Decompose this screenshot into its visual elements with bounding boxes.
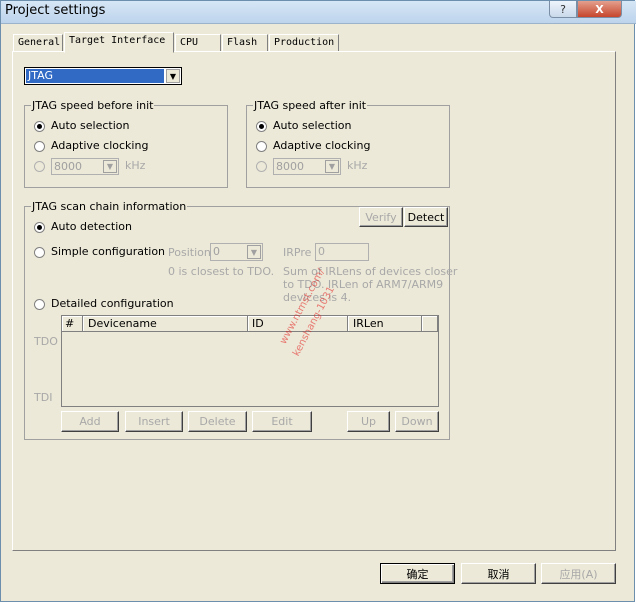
close-icon: X	[595, 2, 604, 16]
position-select[interactable]: 0 ▼	[210, 243, 263, 261]
delete-button[interactable]: Delete	[188, 411, 247, 432]
down-button[interactable]: Down	[395, 411, 439, 432]
speed-before-select[interactable]: 8000 ▼	[51, 158, 119, 175]
interface-select-value: JTAG	[26, 69, 164, 83]
speed-before-adaptive-label: Adaptive clocking	[51, 139, 149, 152]
speed-before-custom-radio[interactable]	[34, 161, 45, 172]
tab-label: Target Interface	[69, 35, 166, 46]
title-bar[interactable]: Project settings ? X	[1, 1, 636, 24]
position-hint: 0 is closest to TDO.	[168, 265, 275, 278]
apply-button[interactable]: 应用(A)	[541, 563, 616, 584]
tab-label: Production	[274, 37, 335, 48]
speed-after-auto-radio[interactable]	[256, 121, 267, 132]
irpre-input[interactable]: 0	[315, 243, 369, 261]
tab-cpu[interactable]: CPU	[175, 34, 221, 51]
column-label: #	[65, 317, 75, 330]
cancel-button[interactable]: 取消	[461, 563, 536, 584]
detailed-configuration-radio[interactable]	[34, 299, 45, 310]
tab-production[interactable]: Production	[269, 34, 339, 51]
ok-button[interactable]: 确定	[380, 563, 455, 584]
button-label: Detect	[407, 210, 445, 224]
button-label: Edit	[271, 415, 293, 428]
speed-after-value: 8000	[276, 160, 304, 173]
up-button[interactable]: Up	[347, 411, 390, 432]
interface-select[interactable]: JTAG ▼	[24, 67, 182, 85]
irpre-hint-line-1: Sum of IRLens of devices closer	[283, 265, 458, 278]
group-legend: JTAG scan chain information	[31, 200, 188, 213]
button-label: Add	[79, 415, 101, 428]
detailed-configuration-label: Detailed configuration	[51, 297, 174, 310]
tab-target-interface[interactable]: Target Interface	[64, 32, 174, 53]
position-value: 0	[213, 245, 220, 258]
device-list[interactable]: # Devicename ID IRLen	[61, 315, 439, 407]
insert-button[interactable]: Insert	[125, 411, 183, 432]
column-header-devicename[interactable]: Devicename	[83, 316, 248, 332]
speed-before-adaptive-radio[interactable]	[34, 141, 45, 152]
help-button[interactable]: ?	[549, 1, 577, 18]
button-label: Up	[360, 415, 377, 428]
speed-after-select[interactable]: 8000 ▼	[273, 158, 341, 175]
close-button[interactable]: X	[577, 1, 622, 18]
button-label: Down	[401, 415, 433, 428]
column-label: IRLen	[353, 317, 384, 330]
speed-after-adaptive-radio[interactable]	[256, 141, 267, 152]
chevron-down-icon[interactable]: ▼	[325, 160, 339, 173]
column-header-index[interactable]: #	[62, 316, 83, 332]
button-label: 确定	[406, 567, 429, 581]
speed-after-auto-label: Auto selection	[273, 119, 352, 132]
edit-button[interactable]: Edit	[252, 411, 312, 432]
tab-label: General	[18, 37, 61, 48]
detect-button[interactable]: Detect	[404, 207, 448, 227]
group-legend: JTAG speed before init	[31, 99, 155, 112]
auto-detection-radio[interactable]	[34, 222, 45, 233]
auto-detection-label: Auto detection	[51, 220, 132, 233]
tab-general[interactable]: General	[13, 34, 63, 51]
tdi-label: TDI	[34, 391, 53, 404]
tab-label: CPU	[180, 37, 199, 48]
tab-label: Flash	[227, 37, 258, 48]
speed-before-auto-label: Auto selection	[51, 119, 130, 132]
chevron-down-icon[interactable]: ▼	[166, 69, 180, 83]
verify-button[interactable]: Verify	[359, 207, 403, 227]
speed-after-unit: kHz	[347, 159, 368, 172]
window-title: Project settings	[5, 3, 106, 18]
irpre-label: IRPre	[283, 246, 312, 259]
column-header-irlen[interactable]: IRLen	[348, 316, 422, 332]
project-settings-window: Project settings ? X General Target Inte…	[0, 0, 636, 602]
column-label: ID	[252, 317, 264, 330]
button-label: 取消	[487, 567, 510, 581]
irpre-value: 0	[318, 245, 325, 258]
add-button[interactable]: Add	[61, 411, 119, 432]
help-icon: ?	[560, 2, 566, 16]
speed-before-unit: kHz	[125, 159, 146, 172]
button-label: Insert	[138, 415, 170, 428]
column-header-filler	[422, 316, 438, 332]
group-legend: JTAG speed after init	[253, 99, 368, 112]
column-label: Devicename	[88, 317, 157, 330]
chevron-down-icon[interactable]: ▼	[247, 245, 261, 259]
position-label: Position	[168, 246, 211, 259]
simple-configuration-label: Simple configuration	[51, 245, 166, 258]
speed-before-auto-radio[interactable]	[34, 121, 45, 132]
simple-configuration-radio[interactable]	[34, 247, 45, 258]
speed-after-adaptive-label: Adaptive clocking	[273, 139, 371, 152]
button-label: Verify	[365, 210, 397, 224]
chevron-down-icon[interactable]: ▼	[103, 160, 117, 173]
speed-after-custom-radio[interactable]	[256, 161, 267, 172]
tab-flash[interactable]: Flash	[222, 34, 268, 51]
button-label: Delete	[199, 415, 236, 428]
tdo-label: TDO	[34, 335, 58, 348]
speed-before-value: 8000	[54, 160, 82, 173]
button-label: 应用(A)	[559, 567, 598, 581]
